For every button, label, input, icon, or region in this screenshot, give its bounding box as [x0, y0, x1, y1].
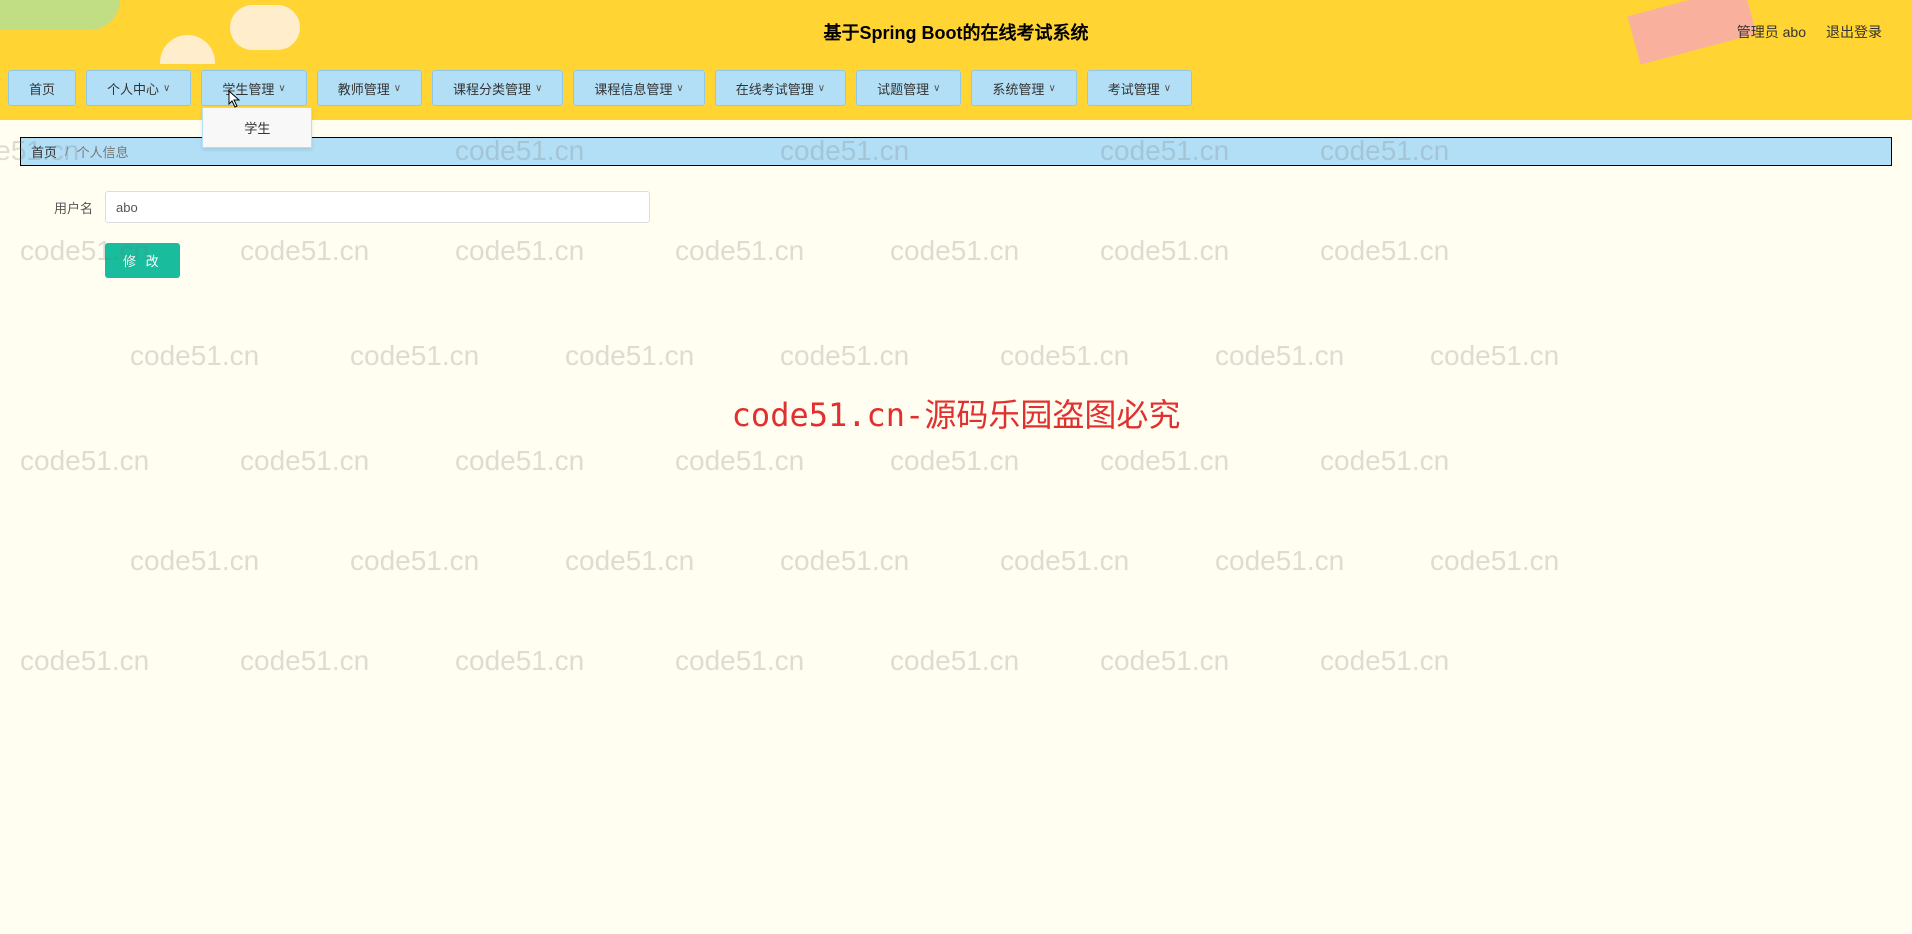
nav-item-label: 考试管理: [1108, 79, 1160, 98]
user-label[interactable]: 管理员 abo: [1737, 22, 1806, 42]
chevron-down-icon: ∨: [535, 83, 542, 94]
watermark: code51.cn: [1320, 235, 1449, 267]
form: 用户名 修 改: [30, 191, 650, 278]
watermark: code51.cn: [1215, 545, 1344, 577]
nav-item-online-exam-management[interactable]: 在线考试管理 ∨: [715, 70, 846, 106]
watermark: code51.cn: [675, 445, 804, 477]
nav-item-teacher-management[interactable]: 教师管理 ∨: [317, 70, 422, 106]
nav-bar: 首页 个人中心 ∨ 学生管理 ∨ 学生 教师管理 ∨ 课程分类管理 ∨ 课程信息…: [0, 64, 1912, 120]
watermark: code51.cn: [780, 545, 909, 577]
watermark: code51.cn: [1430, 340, 1559, 372]
watermark: code51.cn: [1215, 340, 1344, 372]
nav-item-label: 课程分类管理: [453, 79, 531, 98]
watermark: code51.cn: [565, 545, 694, 577]
watermark: code51.cn: [1100, 445, 1229, 477]
nav-item-question-management[interactable]: 试题管理 ∨: [856, 70, 961, 106]
breadcrumb-separator: /: [65, 144, 69, 159]
watermark: code51.cn: [890, 445, 1019, 477]
chevron-down-icon: ∨: [1164, 83, 1171, 94]
chevron-down-icon: ∨: [818, 83, 825, 94]
watermark: code51.cn: [890, 235, 1019, 267]
nav-item-label: 试题管理: [877, 79, 929, 98]
watermark: code51.cn: [350, 545, 479, 577]
submit-button[interactable]: 修 改: [105, 243, 180, 278]
nav-item-student-management[interactable]: 学生管理 ∨ 学生: [201, 70, 306, 106]
watermark: code51.cn: [890, 645, 1019, 677]
dropdown-item-student[interactable]: 学生: [203, 108, 311, 147]
breadcrumb-current: 个人信息: [77, 142, 129, 161]
chevron-down-icon: ∨: [933, 83, 940, 94]
nav-item-system-management[interactable]: 系统管理 ∨: [971, 70, 1076, 106]
watermark: code51.cn: [20, 445, 149, 477]
watermark: code51.cn: [1000, 340, 1129, 372]
watermark: code51.cn: [1100, 645, 1229, 677]
chevron-down-icon: ∨: [394, 83, 401, 94]
nav-item-personal-center[interactable]: 个人中心 ∨: [86, 70, 191, 106]
watermark: code51.cn: [350, 340, 479, 372]
chevron-down-icon: ∨: [278, 83, 285, 94]
header-decoration: [230, 5, 300, 50]
nav-item-course-info-management[interactable]: 课程信息管理 ∨: [573, 70, 704, 106]
watermark: code51.cn: [1320, 445, 1449, 477]
nav-item-label: 首页: [29, 79, 55, 98]
watermark: code51.cn: [455, 445, 584, 477]
watermark: code51.cn: [1100, 235, 1229, 267]
watermark: code51.cn: [675, 645, 804, 677]
watermark: code51.cn: [20, 645, 149, 677]
watermark: code51.cn: [1000, 545, 1129, 577]
watermark: code51.cn: [780, 340, 909, 372]
nav-item-exam-management[interactable]: 考试管理 ∨: [1087, 70, 1192, 106]
page-title: 基于Spring Boot的在线考试系统: [824, 19, 1089, 45]
watermark: code51.cn: [130, 545, 259, 577]
nav-item-home[interactable]: 首页: [8, 70, 76, 106]
watermark: code51.cn: [130, 340, 259, 372]
nav-item-label: 课程信息管理: [594, 79, 672, 98]
nav-item-label: 学生管理: [222, 79, 274, 98]
chevron-down-icon: ∨: [676, 83, 683, 94]
form-actions: 修 改: [30, 243, 650, 278]
nav-item-label: 系统管理: [992, 79, 1044, 98]
watermark-center: code51.cn-源码乐园盗图必究: [732, 390, 1181, 436]
dropdown-menu: 学生: [202, 107, 312, 148]
nav-item-label: 教师管理: [338, 79, 390, 98]
watermark: code51.cn: [240, 645, 369, 677]
form-row-username: 用户名: [30, 191, 650, 223]
username-input[interactable]: [105, 191, 650, 223]
nav-item-course-category-management[interactable]: 课程分类管理 ∨: [432, 70, 563, 106]
watermark: code51.cn: [1320, 645, 1449, 677]
header: 基于Spring Boot的在线考试系统 管理员 abo 退出登录: [0, 0, 1912, 64]
username-label: 用户名: [30, 198, 105, 217]
logout-button[interactable]: 退出登录: [1826, 22, 1882, 42]
watermark: code51.cn: [565, 340, 694, 372]
nav-item-label: 个人中心: [107, 79, 159, 98]
chevron-down-icon: ∨: [1048, 83, 1055, 94]
watermark: code51.cn: [675, 235, 804, 267]
chevron-down-icon: ∨: [163, 83, 170, 94]
watermark: code51.cn: [455, 645, 584, 677]
watermark: code51.cn: [1430, 545, 1559, 577]
nav-item-label: 在线考试管理: [736, 79, 814, 98]
breadcrumb-home[interactable]: 首页: [31, 142, 57, 161]
watermark: code51.cn: [240, 445, 369, 477]
header-decoration: [0, 0, 120, 30]
